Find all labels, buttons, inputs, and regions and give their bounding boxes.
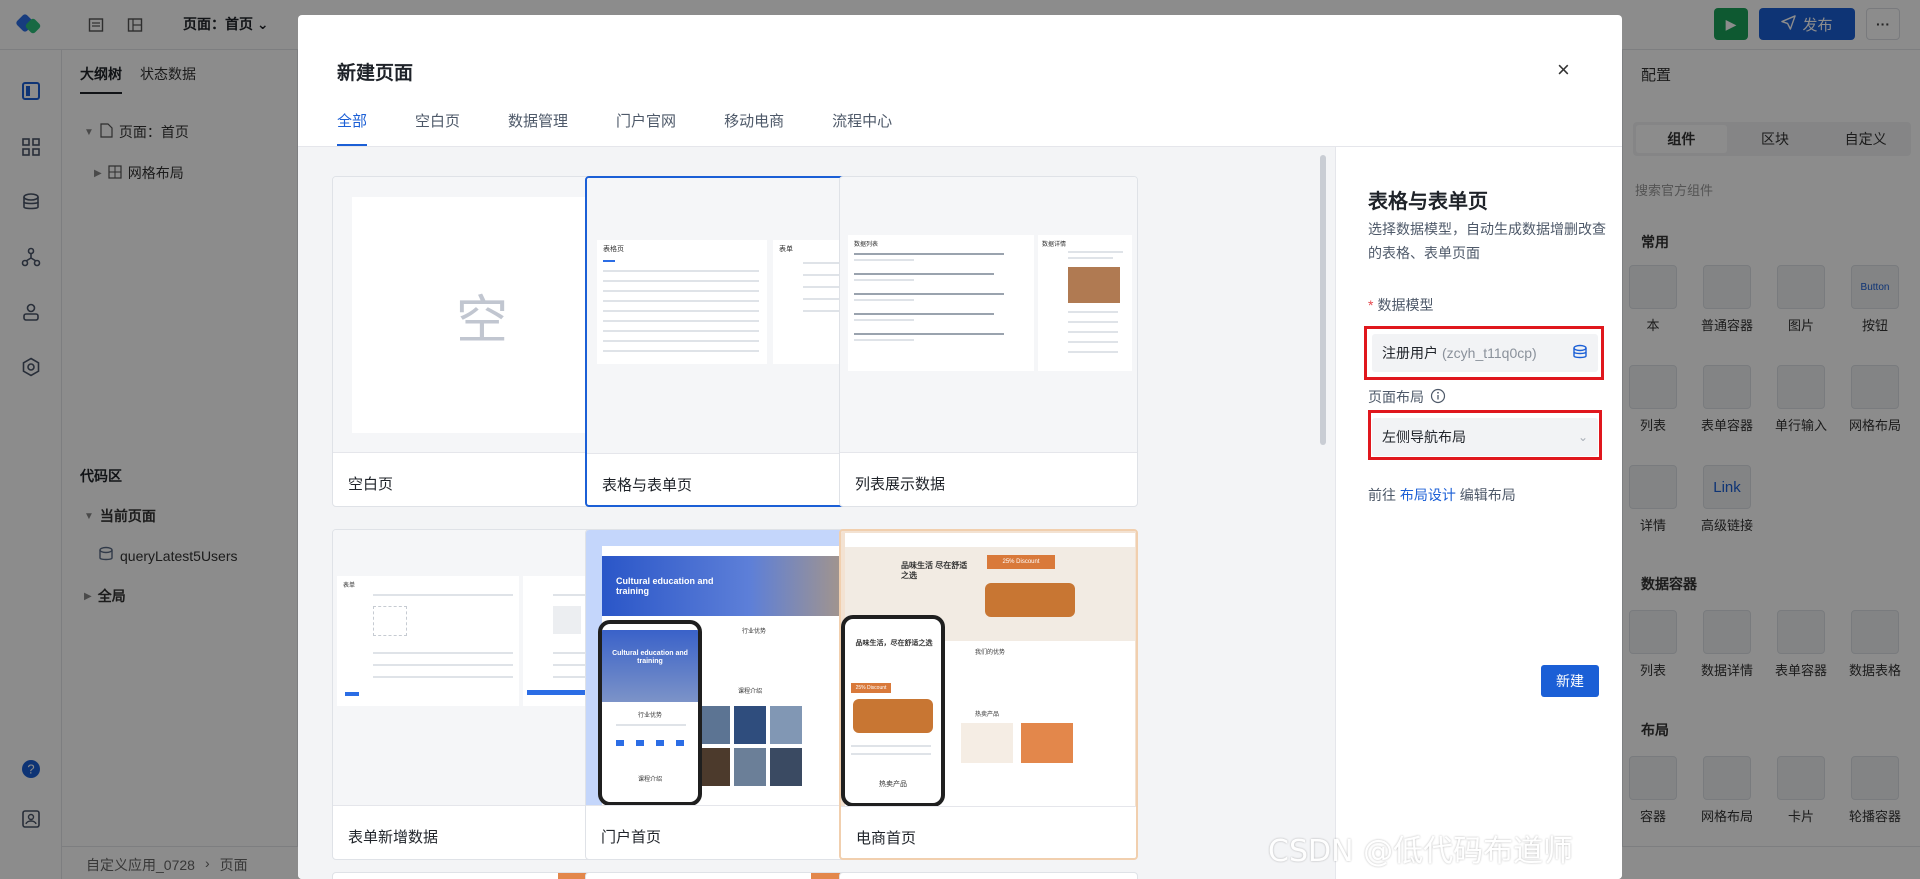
highlight-box-layout xyxy=(1368,410,1602,460)
mini-list-page: 数据列表 xyxy=(848,235,1034,371)
template-card-ecommerce[interactable]: 品味生活 尽在舒适之选 25% Discount 我们的优势 热卖产品 品味生活… xyxy=(839,529,1138,860)
data-model-label: * 数据模型 xyxy=(1368,295,1433,315)
mini-form-title: 表单 xyxy=(779,246,793,253)
tab-all[interactable]: 全部 xyxy=(337,110,368,146)
mini-ecom-mobile-sub: 热卖产品 xyxy=(879,781,907,788)
mini-portal-mobile-sub1: 行业优势 xyxy=(637,713,662,719)
template-card-label: 门户首页 xyxy=(601,829,662,846)
mini-portal-mobile-hero: Cultural education and training xyxy=(612,650,688,665)
mini-list-title: 数据列表 xyxy=(854,242,879,248)
empty-placeholder: 空 xyxy=(352,197,612,433)
template-card-label: 空白页 xyxy=(348,476,394,493)
mini-ecom-sofa xyxy=(985,583,1075,617)
template-tabs: 全部 空白页 数据管理 门户官网 移动电商 流程中心 xyxy=(337,110,940,146)
upload-thumb xyxy=(553,606,581,634)
layout-design-link-row: 前往 布局设计 编辑布局 xyxy=(1368,485,1516,505)
mini-ecom-mobile-hero: 品味生活，尽在舒适之选 xyxy=(855,640,933,647)
new-page-modal: 新建页面 × 全部 空白页 数据管理 门户官网 移动电商 流程中心 空 空白页 … xyxy=(298,15,1622,879)
mini-detail-photo xyxy=(1068,267,1120,303)
mini-ecom-sub2: 热卖产品 xyxy=(975,712,1000,718)
template-card-label: 表格与表单页 xyxy=(602,477,693,494)
tab-data-management[interactable]: 数据管理 xyxy=(508,110,568,146)
template-grid: 空 空白页 表格页 表单 表格与表单页 数据列表 数据详情 列表展示数据 表单 … xyxy=(298,147,1335,879)
template-preview: 表格页 表单 xyxy=(587,178,882,454)
template-card-label: 列表展示数据 xyxy=(855,476,946,493)
page-layout-label-text: 页面布局 xyxy=(1368,389,1424,405)
layout-design-link[interactable]: 布局设计 xyxy=(1400,487,1456,503)
config-description: 选择数据模型，自动生成数据增删改查的表格、表单页面 xyxy=(1368,221,1606,261)
mini-portal-sub1: 行业优势 xyxy=(742,629,767,635)
mini-ecom-sub1: 我们的优势 xyxy=(975,650,1006,656)
highlight-box-model xyxy=(1364,326,1604,380)
create-button[interactable]: 新建 xyxy=(1541,665,1599,697)
template-card-label: 表单新增数据 xyxy=(348,829,439,846)
info-icon[interactable] xyxy=(1430,388,1446,407)
mini-table-title: 表格页 xyxy=(603,246,624,253)
tab-blank[interactable]: 空白页 xyxy=(415,110,460,146)
close-icon[interactable]: × xyxy=(1557,59,1570,81)
mini-portal-hero: Cultural education and training xyxy=(602,556,870,616)
tab-portal[interactable]: 门户官网 xyxy=(616,110,676,146)
mini-ecom-mobile-discount: 25% Discount xyxy=(851,683,891,693)
page-layout-label: 页面布局 xyxy=(1368,387,1446,407)
template-card-partial-3[interactable] xyxy=(839,872,1138,879)
watermark: CSDN @低代码布道师 xyxy=(1268,834,1574,869)
template-card-label: 电商首页 xyxy=(856,830,917,847)
mini-portal-hero-text: Cultural education and training xyxy=(616,576,714,596)
modal-title: 新建页面 xyxy=(337,63,414,84)
mini-ecom-mobile: 品味生活，尽在舒适之选 25% Discount 热卖产品 xyxy=(841,615,945,806)
mini-detail-title: 数据详情 xyxy=(1042,242,1067,248)
mini-portal-sub2: 课程介绍 xyxy=(738,689,763,695)
mini-table-page: 表格页 xyxy=(597,240,767,364)
mini-form-add-page: 表单 xyxy=(337,576,519,706)
mini-detail-page: 数据详情 xyxy=(1038,235,1132,371)
template-preview: 数据列表 数据详情 xyxy=(840,177,1137,453)
template-card-list[interactable]: 数据列表 数据详情 列表展示数据 xyxy=(839,176,1138,507)
config-title: 表格与表单页 xyxy=(1368,191,1488,213)
required-marker: * xyxy=(1368,297,1374,313)
template-config: 表格与表单页 选择数据模型，自动生成数据增删改查的表格、表单页面 * 数据模型 注… xyxy=(1335,147,1622,879)
mini-ecom-hero-text: 品味生活 尽在舒适之选 xyxy=(901,561,968,580)
mini-portal-mobile-sub2: 课程介绍 xyxy=(637,777,662,783)
upload-box xyxy=(373,606,407,636)
tab-mobile-ecommerce[interactable]: 移动电商 xyxy=(724,110,784,146)
mini-ecom-discount: 25% Discount xyxy=(987,555,1055,569)
link-prefix: 前往 xyxy=(1368,487,1396,503)
mini-form-add-title: 表单 xyxy=(343,583,356,589)
vertical-scrollbar[interactable] xyxy=(1320,155,1326,445)
tab-workflow[interactable]: 流程中心 xyxy=(832,110,892,146)
data-model-label-text: 数据模型 xyxy=(1377,297,1434,313)
link-suffix: 编辑布局 xyxy=(1459,487,1516,503)
template-preview: 品味生活 尽在舒适之选 25% Discount 我们的优势 热卖产品 品味生活… xyxy=(841,531,1136,807)
mini-portal-mobile: Cultural education and training 行业优势 课程介… xyxy=(598,620,702,805)
